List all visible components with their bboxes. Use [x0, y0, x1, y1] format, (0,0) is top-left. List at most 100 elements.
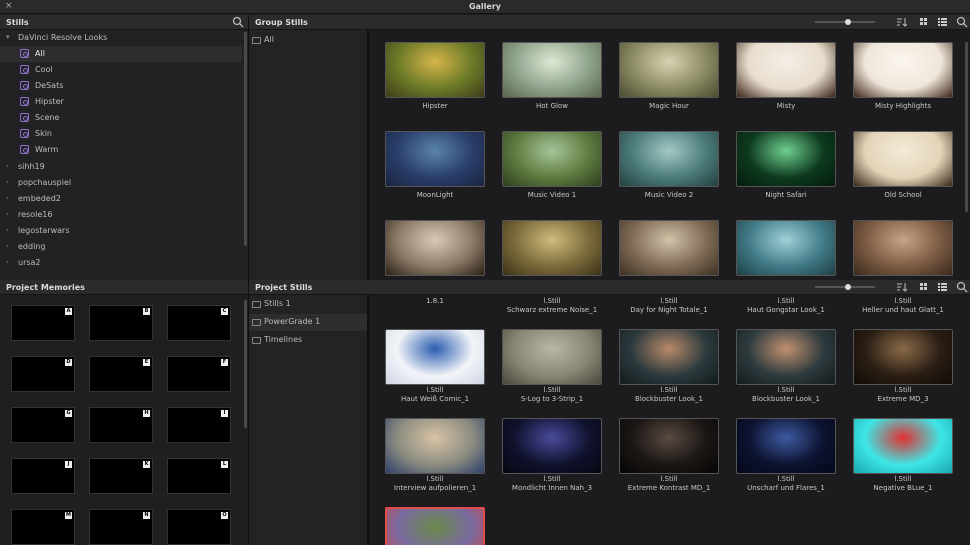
stills-header: Stills — [0, 15, 248, 30]
tree-item-edding[interactable]: › edding — [0, 239, 242, 255]
group-item-all[interactable]: All — [249, 32, 367, 49]
still-thumbnail[interactable] — [619, 42, 719, 98]
album-powergrade-1[interactable]: PowerGrade 1 — [249, 314, 367, 331]
chevron-right-icon[interactable]: › — [6, 162, 9, 170]
still-thumbnail[interactable] — [736, 220, 836, 276]
still-label: l.Still — [543, 475, 561, 483]
still-thumbnail[interactable] — [853, 131, 953, 187]
memory-tag: B — [143, 308, 150, 315]
search-icon[interactable] — [232, 16, 244, 28]
still-thumbnail[interactable] — [385, 507, 485, 545]
memories-scrollbar[interactable] — [244, 300, 247, 428]
memory-slot[interactable]: L — [167, 458, 231, 494]
still-thumbnail[interactable] — [619, 418, 719, 474]
tree-item-desats[interactable]: DeSats — [0, 78, 242, 94]
tree-item-warm[interactable]: Warm — [0, 142, 242, 158]
search-icon[interactable] — [956, 281, 968, 293]
still-thumbnail[interactable] — [736, 418, 836, 474]
still-thumbnail[interactable] — [619, 131, 719, 187]
album-label: Stills 1 — [264, 299, 291, 308]
tree-item-resole16[interactable]: › resole16 — [0, 207, 242, 223]
still-thumbnail[interactable] — [853, 418, 953, 474]
sort-icon[interactable] — [896, 17, 908, 27]
still-thumbnail[interactable] — [385, 329, 485, 385]
memory-slot[interactable]: I — [167, 407, 231, 443]
memory-slot[interactable]: O — [167, 509, 231, 545]
tree-item-all[interactable]: All — [0, 46, 242, 62]
still-label: l.Still — [894, 297, 912, 305]
memory-slot[interactable]: J — [11, 458, 75, 494]
zoom-slider[interactable] — [815, 284, 875, 290]
still-thumbnail[interactable] — [853, 220, 953, 276]
tree-item-embeded2[interactable]: › embeded2 — [0, 191, 242, 207]
tree-item-popchauspiel[interactable]: › popchauspiel — [0, 175, 242, 191]
chevron-down-icon[interactable]: ▾ — [6, 33, 10, 41]
still-name: Interview aufpolieren_1 — [393, 484, 477, 492]
window-title: Gallery — [468, 2, 502, 11]
tree-item-legostarwars[interactable]: › legostarwars — [0, 223, 242, 239]
grid-view-icon[interactable] — [919, 282, 930, 292]
chevron-right-icon[interactable]: › — [6, 210, 9, 218]
chevron-right-icon[interactable]: › — [6, 178, 9, 186]
memory-slot[interactable]: B — [89, 305, 153, 341]
memory-slot[interactable]: F — [167, 356, 231, 392]
zoom-slider-handle[interactable] — [845, 19, 851, 25]
memory-slot[interactable]: E — [89, 356, 153, 392]
memory-slot[interactable]: C — [167, 305, 231, 341]
memory-slot[interactable]: D — [11, 356, 75, 392]
zoom-slider-handle[interactable] — [845, 284, 851, 290]
memory-slot[interactable]: M — [11, 509, 75, 545]
tree-item-sihh19[interactable]: › sihh19 — [0, 159, 242, 175]
tree-item-scene[interactable]: Scene — [0, 110, 242, 126]
still-thumbnail[interactable] — [853, 42, 953, 98]
tree-item-ursa2[interactable]: › ursa2 — [0, 255, 242, 271]
memory-slot[interactable]: N — [89, 509, 153, 545]
album-icon — [20, 49, 29, 58]
tree-item-hipster[interactable]: Hipster — [0, 94, 242, 110]
still-thumbnail[interactable] — [502, 131, 602, 187]
still-thumbnail[interactable] — [502, 42, 602, 98]
group-item-label: All — [264, 35, 274, 44]
still-name: Haut Weiß Comic_1 — [400, 395, 470, 403]
still-thumbnail[interactable] — [385, 42, 485, 98]
tree-item-skin[interactable]: Skin — [0, 126, 242, 142]
grid-view-icon[interactable] — [919, 17, 930, 27]
memory-slot[interactable]: K — [89, 458, 153, 494]
sort-icon[interactable] — [896, 282, 908, 292]
group-grid-scrollbar[interactable] — [965, 42, 968, 212]
still-thumbnail[interactable] — [502, 418, 602, 474]
still-thumbnail[interactable] — [502, 220, 602, 276]
still-thumbnail[interactable] — [619, 220, 719, 276]
tree-item-cool[interactable]: Cool — [0, 62, 242, 78]
still-thumbnail[interactable] — [385, 418, 485, 474]
stills-scrollbar[interactable] — [244, 32, 247, 246]
chevron-right-icon[interactable]: › — [6, 258, 9, 266]
memory-slot[interactable]: A — [11, 305, 75, 341]
still-label: l.Still — [426, 386, 444, 394]
album-label: PowerGrade 1 — [264, 317, 321, 326]
still-thumbnail[interactable] — [502, 329, 602, 385]
still-thumbnail[interactable] — [385, 220, 485, 276]
chevron-right-icon[interactable]: › — [6, 242, 9, 250]
still-thumbnail[interactable] — [385, 131, 485, 187]
still-label: l.Still — [660, 297, 678, 305]
tree-item-davinci-resolve-looks[interactable]: ▾ DaVinci Resolve Looks — [0, 30, 242, 46]
chevron-right-icon[interactable]: › — [6, 226, 9, 234]
album-icon — [20, 145, 29, 154]
still-thumbnail[interactable] — [736, 131, 836, 187]
still-thumbnail[interactable] — [736, 329, 836, 385]
zoom-slider[interactable] — [815, 19, 875, 25]
album-icon — [20, 81, 29, 90]
list-view-icon[interactable] — [937, 17, 948, 27]
memory-slot[interactable]: H — [89, 407, 153, 443]
album-stills-1[interactable]: Stills 1 — [249, 296, 367, 313]
still-name: Haut Gongstar Look_1 — [747, 306, 825, 314]
list-view-icon[interactable] — [937, 282, 948, 292]
chevron-right-icon[interactable]: › — [6, 194, 9, 202]
still-thumbnail[interactable] — [736, 42, 836, 98]
search-icon[interactable] — [956, 16, 968, 28]
album-timelines[interactable]: Timelines — [249, 332, 367, 349]
memory-slot[interactable]: G — [11, 407, 75, 443]
still-thumbnail[interactable] — [619, 329, 719, 385]
still-thumbnail[interactable] — [853, 329, 953, 385]
